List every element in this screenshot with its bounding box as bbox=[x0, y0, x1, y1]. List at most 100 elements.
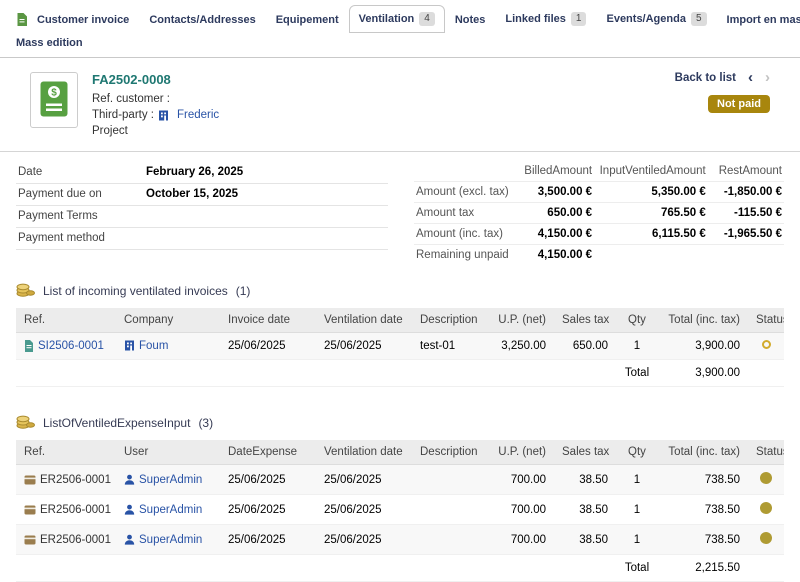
col-header-up-net: U.P. (net) bbox=[482, 308, 554, 333]
tab-label: Equipement bbox=[276, 14, 339, 26]
col-header-date-expense: DateExpense bbox=[220, 440, 316, 465]
cell-description bbox=[412, 525, 482, 555]
coins-icon bbox=[16, 413, 35, 432]
tab-ventilation[interactable]: Ventilation 4 bbox=[349, 5, 445, 33]
cell-status bbox=[748, 333, 784, 360]
cell-ventilation-date: 25/06/2025 bbox=[316, 465, 412, 495]
section-title-text: List of incoming ventilated invoices bbox=[43, 284, 228, 298]
third-party-link[interactable]: Frederic bbox=[177, 109, 219, 121]
previous-record-arrow[interactable]: ‹ bbox=[748, 72, 753, 84]
tab-mass-edition[interactable]: Mass edition bbox=[16, 37, 83, 49]
expense-ref-link[interactable]: ER2506-0001 bbox=[40, 474, 111, 486]
col-header-up-net: U.P. (net) bbox=[482, 440, 554, 465]
tab-label: Import en masse bbox=[727, 14, 800, 26]
total-status-empty bbox=[748, 360, 784, 387]
amounts-header-rest: RestAmount bbox=[708, 162, 784, 182]
expense-ref-link[interactable]: ER2506-0001 bbox=[40, 504, 111, 516]
amounts-header-billed: BilledAmount bbox=[515, 162, 594, 182]
cell-status bbox=[748, 465, 784, 495]
col-header-total-inc-tax: Total (inc. tax) bbox=[658, 440, 748, 465]
tab-equipement[interactable]: Equipement bbox=[266, 7, 349, 33]
fields-table: Date February 26, 2025 Payment due on Oc… bbox=[16, 162, 388, 265]
cell-date-expense: 25/06/2025 bbox=[220, 465, 316, 495]
field-label: Payment due on bbox=[18, 188, 146, 201]
amount-label: Amount tax bbox=[414, 203, 515, 224]
ventiled-expense-table: Ref. User DateExpense Ventilation date D… bbox=[16, 440, 784, 582]
tab-customer-invoice[interactable]: Customer invoice bbox=[6, 6, 139, 33]
amount-label: Amount (excl. tax) bbox=[414, 182, 515, 203]
total-label: Total bbox=[616, 360, 658, 387]
ref-customer-label: Ref. customer : bbox=[92, 93, 170, 105]
cell-date-expense: 25/06/2025 bbox=[220, 495, 316, 525]
fiche-body: Date February 26, 2025 Payment due on Oc… bbox=[0, 152, 800, 265]
tab-contacts-addresses[interactable]: Contacts/Addresses bbox=[139, 7, 265, 33]
field-row-date: Date February 26, 2025 bbox=[16, 162, 388, 184]
tab-import-en-masse[interactable]: Import en masse bbox=[717, 7, 800, 33]
cell-sales-tax: 38.50 bbox=[554, 495, 616, 525]
user-link[interactable]: SuperAdmin bbox=[139, 474, 202, 486]
amount-rest: -1,850.00 € bbox=[708, 182, 784, 203]
amount-rest: -1,965.50 € bbox=[708, 224, 784, 245]
user-link[interactable]: SuperAdmin bbox=[139, 504, 202, 516]
field-value: February 26, 2025 bbox=[146, 166, 243, 179]
status-dot-icon bbox=[760, 532, 772, 544]
company-link[interactable]: Foum bbox=[139, 340, 168, 352]
user-link[interactable]: SuperAdmin bbox=[139, 534, 202, 546]
col-header-ref: Ref. bbox=[16, 308, 116, 333]
cell-ref: SI2506-0001 bbox=[16, 333, 116, 360]
amount-label: Amount (inc. tax) bbox=[414, 224, 515, 245]
section-title-ventiled-expense: ListOfVentiledExpenseInput (3) bbox=[16, 413, 784, 432]
cell-total: 738.50 bbox=[658, 465, 748, 495]
col-header-user: User bbox=[116, 440, 220, 465]
cell-up-net: 700.00 bbox=[482, 525, 554, 555]
total-label: Total bbox=[616, 555, 658, 582]
incoming-invoices-table: Ref. Company Invoice date Ventilation da… bbox=[16, 308, 784, 387]
amount-ventiled: 5,350.00 € bbox=[594, 182, 708, 203]
amounts-row-inc-tax: Amount (inc. tax) 4,150.00 € 6,115.50 € … bbox=[414, 224, 784, 245]
invoice-icon bbox=[16, 13, 28, 26]
total-spacer bbox=[16, 555, 616, 582]
tab-notes[interactable]: Notes bbox=[445, 7, 496, 33]
amounts-panel: BilledAmount InputVentiledAmount RestAmo… bbox=[414, 162, 784, 265]
field-label: Payment method bbox=[18, 232, 146, 245]
supplier-invoice-icon bbox=[24, 340, 34, 352]
cell-up-net: 3,250.00 bbox=[482, 333, 554, 360]
section-count: (1) bbox=[236, 284, 251, 298]
cell-qty: 1 bbox=[616, 333, 658, 360]
cell-total: 3,900.00 bbox=[658, 333, 748, 360]
expense-report-icon bbox=[24, 475, 36, 485]
cell-date-expense: 25/06/2025 bbox=[220, 525, 316, 555]
expense-ref-link[interactable]: ER2506-0001 bbox=[40, 534, 111, 546]
next-record-arrow[interactable]: › bbox=[765, 72, 770, 84]
tab-badge: 1 bbox=[571, 12, 587, 26]
cell-ref: ER2506-0001 bbox=[16, 495, 116, 525]
col-header-sales-tax: Sales tax bbox=[554, 440, 616, 465]
col-header-total-inc-tax: Total (inc. tax) bbox=[658, 308, 748, 333]
tab-linked-files[interactable]: Linked files 1 bbox=[495, 5, 596, 33]
col-header-ventilation-date: Ventilation date bbox=[316, 440, 412, 465]
tab-events-agenda[interactable]: Events/Agenda 5 bbox=[596, 5, 716, 33]
field-value: October 15, 2025 bbox=[146, 188, 238, 201]
status-dot-icon bbox=[760, 472, 772, 484]
col-header-description: Description bbox=[412, 440, 482, 465]
coins-icon bbox=[16, 281, 35, 300]
back-to-list-link[interactable]: Back to list bbox=[675, 72, 736, 84]
cell-user: SuperAdmin bbox=[116, 495, 220, 525]
user-icon bbox=[124, 534, 135, 545]
tab-bar: Customer invoice Contacts/Addresses Equi… bbox=[0, 0, 800, 33]
invoice-ref: FA2502-0008 bbox=[92, 72, 219, 87]
col-header-status: Status bbox=[748, 440, 784, 465]
tab-label: Linked files bbox=[505, 13, 566, 25]
section-title-incoming-invoices: List of incoming ventilated invoices (1) bbox=[16, 281, 784, 300]
expense-report-icon bbox=[24, 505, 36, 515]
cell-ref: ER2506-0001 bbox=[16, 465, 116, 495]
table-header-row: Ref. Company Invoice date Ventilation da… bbox=[16, 308, 784, 333]
cell-description bbox=[412, 465, 482, 495]
col-header-qty: Qty bbox=[616, 308, 658, 333]
col-header-invoice-date: Invoice date bbox=[220, 308, 316, 333]
cell-ventilation-date: 25/06/2025 bbox=[316, 525, 412, 555]
tab-label: Notes bbox=[455, 14, 486, 26]
invoice-ref-link[interactable]: SI2506-0001 bbox=[38, 340, 104, 352]
svg-text:$: $ bbox=[51, 87, 57, 98]
col-header-qty: Qty bbox=[616, 440, 658, 465]
